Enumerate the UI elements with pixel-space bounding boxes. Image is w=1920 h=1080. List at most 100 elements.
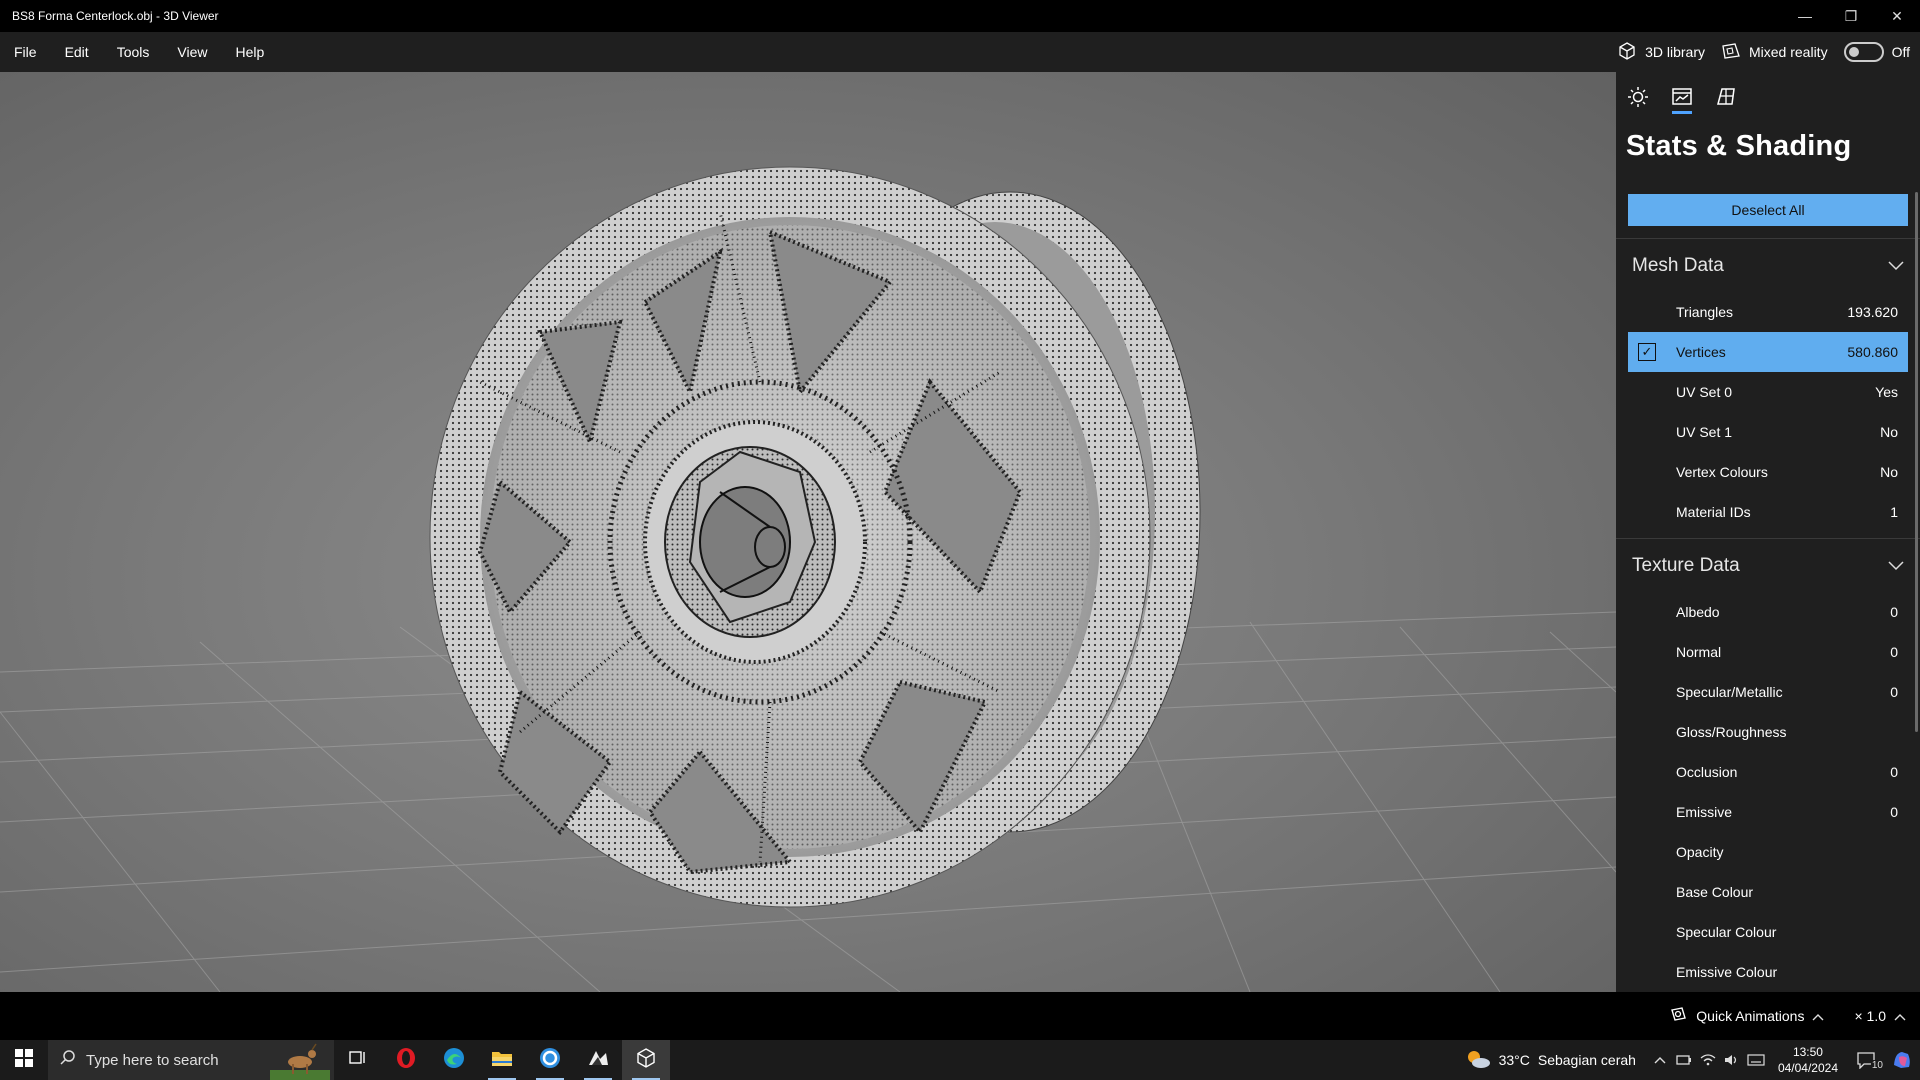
- grid-icon: [1715, 86, 1737, 113]
- task-view-button[interactable]: [334, 1040, 382, 1080]
- taskbar-file-explorer[interactable]: [478, 1040, 526, 1080]
- volume-icon[interactable]: [1720, 1053, 1744, 1067]
- mesh-row-material-ids[interactable]: Material IDs 1: [1616, 492, 1920, 532]
- menu-edit[interactable]: Edit: [51, 32, 103, 72]
- texture-row-opacity[interactable]: Opacity: [1616, 832, 1920, 872]
- texture-row-occlusion[interactable]: Occlusion 0: [1616, 752, 1920, 792]
- quick-animations-button[interactable]: Quick Animations: [1668, 1006, 1824, 1027]
- chevron-up-icon: [1812, 1008, 1824, 1024]
- tab-stats-shading[interactable]: [1670, 86, 1694, 114]
- mesh-data-heading: Mesh Data: [1632, 254, 1724, 276]
- stats-panel: Stats & Shading Deselect All Mesh Data T…: [1616, 72, 1920, 992]
- texture-row-emissive-colour[interactable]: Emissive Colour: [1616, 952, 1920, 992]
- wifi-icon[interactable]: [1696, 1053, 1720, 1067]
- row-label: Base Colour: [1676, 884, 1754, 900]
- row-value: 0: [1890, 604, 1898, 620]
- texture-row-emissive[interactable]: Emissive 0: [1616, 792, 1920, 832]
- notification-icon[interactable]: 10: [1848, 1051, 1884, 1071]
- row-label: Normal: [1676, 644, 1722, 660]
- temperature: 33°C: [1498, 1052, 1530, 1068]
- restore-button[interactable]: ❐: [1828, 0, 1874, 32]
- copilot-icon[interactable]: [1884, 1049, 1920, 1071]
- app-icon: [586, 1047, 610, 1074]
- row-label: UV Set 1: [1676, 424, 1733, 440]
- mixed-reality-toggle[interactable]: [1843, 42, 1884, 62]
- menu-help[interactable]: Help: [221, 32, 278, 72]
- cube-icon: [635, 1047, 657, 1074]
- menu-file[interactable]: File: [0, 32, 51, 72]
- mixed-reality-label: Mixed reality: [1748, 44, 1828, 60]
- taskbar-3d-viewer[interactable]: [622, 1040, 670, 1080]
- chevron-down-icon: [1888, 555, 1904, 577]
- tab-grid[interactable]: [1714, 86, 1738, 114]
- stats-icon: [1671, 86, 1693, 113]
- weather-widget[interactable]: 33°C Sebagian cerah: [1453, 1049, 1648, 1072]
- notification-count: 10: [1870, 1060, 1884, 1071]
- 3d-library-label: 3D library: [1645, 44, 1705, 60]
- row-value: 193.620: [1847, 304, 1898, 320]
- row-value: Yes: [1875, 384, 1898, 400]
- row-value: 580.860: [1847, 344, 1898, 360]
- row-label: Triangles: [1676, 304, 1734, 320]
- panel-scrollbar[interactable]: [1915, 192, 1918, 732]
- texture-row-base-colour[interactable]: Base Colour: [1616, 872, 1920, 912]
- row-label: Gloss/Roughness: [1676, 724, 1787, 740]
- playback-speed: × 1.0: [1854, 1008, 1886, 1024]
- tab-lighting[interactable]: [1626, 86, 1650, 114]
- clock-date: 04/04/2024: [1777, 1061, 1838, 1075]
- 3d-library-button[interactable]: 3D library: [1609, 41, 1713, 64]
- taskbar-blender-app[interactable]: [574, 1040, 622, 1080]
- chevron-up-icon[interactable]: [1648, 1056, 1672, 1064]
- menu-bar: File Edit Tools View Help 3D library Mix…: [0, 32, 1920, 72]
- animation-bar: Quick Animations × 1.0: [0, 992, 1920, 1040]
- search-highlight-deer-icon: [270, 1042, 330, 1080]
- texture-data-header[interactable]: Texture Data: [1616, 538, 1920, 592]
- battery-icon[interactable]: [1672, 1054, 1696, 1066]
- 3d-viewport[interactable]: [0, 72, 1616, 992]
- row-value: No: [1880, 464, 1898, 480]
- menu-view[interactable]: View: [163, 32, 221, 72]
- texture-row-specular-colour[interactable]: Specular Colour: [1616, 912, 1920, 952]
- close-button[interactable]: ✕: [1874, 0, 1920, 32]
- taskbar-opera[interactable]: [382, 1040, 430, 1080]
- texture-row-albedo[interactable]: Albedo 0: [1616, 592, 1920, 632]
- clock-time: 13:50: [1792, 1045, 1823, 1059]
- minimize-button[interactable]: —: [1782, 0, 1828, 32]
- row-label: Opacity: [1676, 844, 1724, 860]
- mesh-row-vertices[interactable]: ✓ Vertices 580.860: [1628, 332, 1908, 372]
- mesh-row-uv-set-0[interactable]: UV Set 0 Yes: [1616, 372, 1920, 412]
- texture-row-specular-metallic[interactable]: Specular/Metallic 0: [1616, 672, 1920, 712]
- mesh-data-header[interactable]: Mesh Data: [1616, 238, 1920, 292]
- menu-tools[interactable]: Tools: [103, 32, 164, 72]
- checkbox-checked-icon[interactable]: ✓: [1638, 343, 1656, 361]
- start-button[interactable]: [0, 1040, 48, 1080]
- texture-row-normal[interactable]: Normal 0: [1616, 632, 1920, 672]
- taskbar-browser[interactable]: [526, 1040, 574, 1080]
- mesh-row-vertex-colours[interactable]: Vertex Colours No: [1616, 452, 1920, 492]
- scene-canvas[interactable]: [0, 72, 1616, 992]
- browser-icon: [539, 1047, 561, 1074]
- mixed-reality-button[interactable]: Mixed reality: [1713, 41, 1836, 64]
- keyboard-icon[interactable]: [1744, 1054, 1768, 1066]
- texture-row-gloss-roughness[interactable]: Gloss/Roughness: [1616, 712, 1920, 752]
- row-value: 0: [1890, 764, 1898, 780]
- row-label: UV Set 0: [1676, 384, 1733, 400]
- mixed-reality-icon: [1721, 41, 1741, 64]
- chevron-up-icon: [1894, 1008, 1906, 1024]
- edge-icon: [443, 1047, 465, 1074]
- weather-text: Sebagian cerah: [1537, 1052, 1636, 1068]
- taskbar-edge[interactable]: [430, 1040, 478, 1080]
- quick-animations-label: Quick Animations: [1696, 1008, 1805, 1024]
- mesh-row-uv-set-1[interactable]: UV Set 1 No: [1616, 412, 1920, 452]
- deselect-all-button[interactable]: Deselect All: [1628, 194, 1908, 226]
- search-icon: [60, 1050, 76, 1070]
- title-bar: BS8 Forma Centerlock.obj - 3D Viewer — ❐…: [0, 0, 1920, 32]
- playback-speed-button[interactable]: × 1.0: [1854, 1008, 1906, 1024]
- clock[interactable]: 13:50 04/04/2024: [1768, 1044, 1848, 1076]
- taskbar-search[interactable]: Type here to search: [48, 1040, 334, 1080]
- search-placeholder: Type here to search: [86, 1051, 219, 1069]
- row-value: 1: [1890, 504, 1898, 520]
- mesh-row-triangles[interactable]: Triangles 193.620: [1616, 292, 1920, 332]
- opera-icon: [395, 1047, 417, 1074]
- row-label: Specular/Metallic: [1676, 684, 1783, 700]
